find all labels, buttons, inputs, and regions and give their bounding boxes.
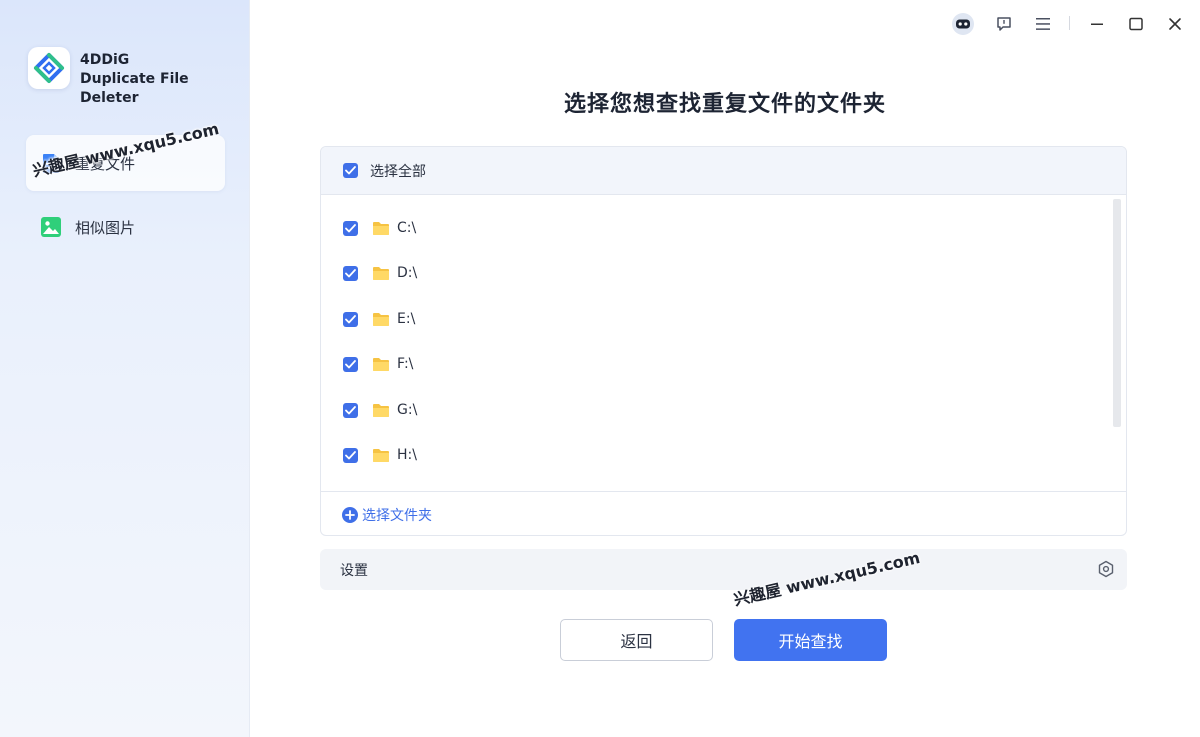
start-search-button[interactable]: 开始查找 — [734, 619, 887, 661]
drive-label: C:\ — [397, 220, 417, 236]
drive-checkbox[interactable] — [343, 402, 358, 418]
drive-checkbox[interactable] — [343, 220, 358, 236]
minimize-icon[interactable] — [1085, 12, 1109, 36]
sidebar: 4DDiG Duplicate File Deleter 重复文件 相似图片 — [0, 0, 250, 737]
folder-panel: 选择全部 C:\ D:\ E:\ F:\ G:\ H:\ 选择文件夹 — [320, 146, 1127, 536]
folder-icon — [373, 221, 389, 235]
list-item[interactable]: H:\ — [343, 444, 417, 466]
settings-bar[interactable]: 设置 — [320, 549, 1127, 590]
maximize-icon[interactable] — [1124, 12, 1148, 36]
logo-icon — [34, 53, 64, 83]
add-folder-button[interactable]: 选择文件夹 — [342, 505, 432, 525]
settings-gear-icon[interactable] — [1097, 560, 1115, 578]
page-title: 选择您想查找重复文件的文件夹 — [563, 92, 886, 117]
folder-icon — [373, 448, 389, 462]
folder-icon — [373, 312, 389, 326]
folder-icon — [373, 266, 389, 280]
drive-list: C:\ D:\ E:\ F:\ G:\ H:\ — [321, 195, 1126, 491]
select-all-row: 选择全部 — [321, 147, 1126, 195]
feedback-icon[interactable] — [992, 12, 1016, 36]
drive-label: G:\ — [397, 402, 418, 418]
image-icon — [40, 217, 61, 238]
folder-icon — [373, 403, 389, 417]
drive-checkbox[interactable] — [343, 311, 358, 327]
list-item[interactable]: D:\ — [343, 262, 417, 284]
sidebar-item-similar-images[interactable]: 相似图片 — [26, 199, 225, 255]
titlebar-divider — [1069, 16, 1070, 30]
drive-checkbox[interactable] — [343, 447, 358, 463]
drive-label: H:\ — [397, 447, 417, 463]
app-logo — [28, 47, 70, 89]
add-folder-label: 选择文件夹 — [362, 507, 432, 524]
menu-icon[interactable] — [1031, 12, 1055, 36]
plus-icon — [342, 506, 358, 523]
drive-label: E:\ — [397, 311, 416, 327]
app-name: 4DDiG Duplicate File Deleter — [80, 51, 249, 108]
list-item[interactable]: G:\ — [343, 399, 417, 421]
drive-checkbox[interactable] — [343, 356, 358, 372]
settings-label: 设置 — [340, 562, 368, 579]
list-item[interactable]: C:\ — [343, 217, 416, 239]
folder-icon — [373, 357, 389, 371]
select-all-checkbox[interactable] — [343, 163, 358, 178]
select-all-label: 选择全部 — [370, 163, 426, 180]
back-button[interactable]: 返回 — [560, 619, 713, 661]
app-name-line1: 4DDiG — [80, 52, 130, 68]
drive-checkbox[interactable] — [343, 265, 358, 281]
sidebar-item-label: 相似图片 — [75, 218, 136, 237]
drive-label: F:\ — [397, 356, 414, 372]
close-icon[interactable] — [1163, 12, 1187, 36]
list-item[interactable]: E:\ — [343, 308, 415, 330]
list-item[interactable]: F:\ — [343, 353, 413, 375]
panel-footer: 选择文件夹 — [321, 491, 1126, 535]
drive-label: D:\ — [397, 265, 418, 281]
assistant-bot-icon[interactable] — [951, 12, 975, 36]
app-name-line2: Duplicate File Deleter — [80, 71, 189, 106]
scrollbar[interactable] — [1113, 199, 1121, 427]
